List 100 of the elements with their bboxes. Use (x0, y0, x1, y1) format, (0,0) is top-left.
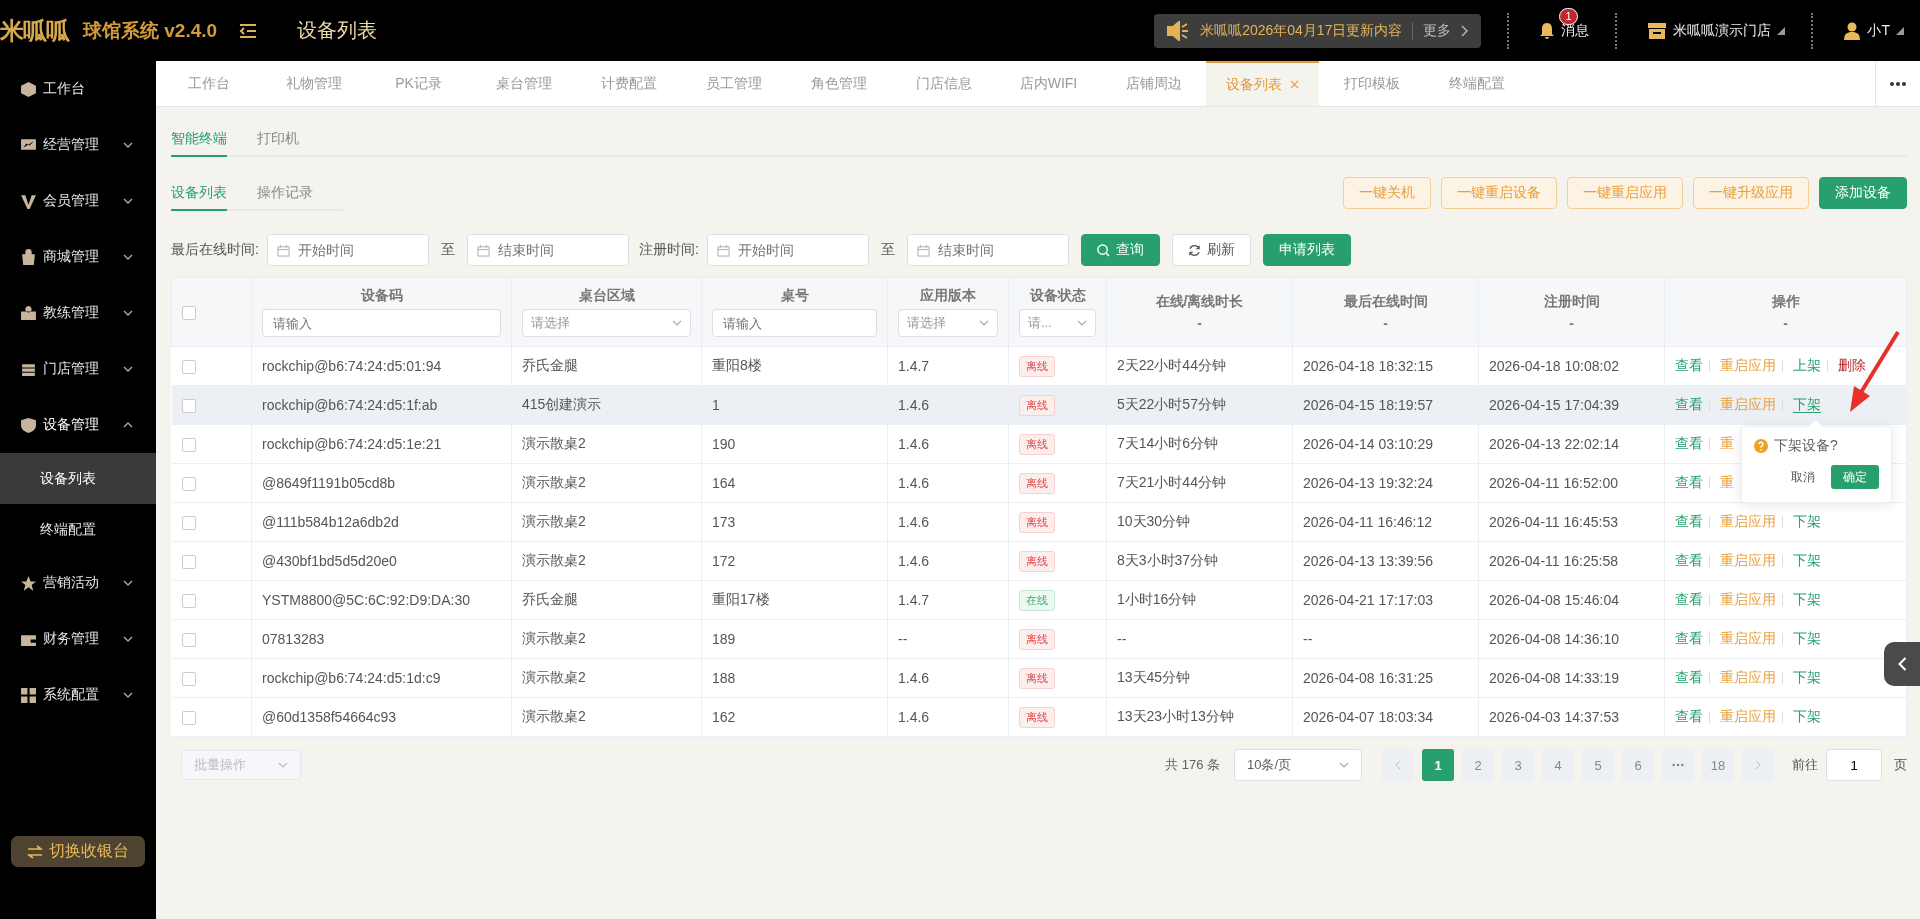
page-size-select[interactable]: 10条/页 (1234, 749, 1362, 781)
column-filter-select[interactable]: 请... (1019, 309, 1096, 337)
sidebar-item[interactable]: 商城管理 (0, 229, 156, 285)
page-tab[interactable]: 计费配置 (576, 61, 681, 106)
row-checkbox[interactable] (181, 438, 196, 453)
action-link[interactable]: 查看 (1675, 630, 1703, 646)
page-tab[interactable]: 终端配置 (1424, 61, 1529, 106)
page-tab[interactable]: 工作台 (156, 61, 261, 106)
row-checkbox[interactable] (181, 360, 196, 375)
row-checkbox[interactable] (181, 672, 196, 687)
page-tab[interactable]: 店内WIFI (996, 61, 1101, 106)
end-date-field[interactable]: 结束时间 (466, 234, 629, 266)
action-link[interactable]: 重启应用 (1719, 708, 1776, 724)
action-link[interactable]: 重启应用 (1719, 669, 1776, 685)
column-filter-input[interactable]: 请输入 (712, 309, 877, 337)
column-filter-input[interactable]: 请输入 (262, 309, 501, 337)
sub-tab[interactable]: 智能终端 (171, 121, 227, 157)
refresh-button[interactable]: 刷新 (1171, 234, 1251, 266)
start-date-field[interactable]: 开始时间 (266, 234, 429, 266)
sidebar-item[interactable]: 门店管理 (0, 341, 156, 397)
column-filter-select[interactable]: 请选择 (898, 309, 998, 337)
confirm-button[interactable]: 确定 (1831, 465, 1879, 489)
sidebar-item[interactable]: 财务管理 (0, 611, 156, 667)
action-link[interactable]: 下架 (1792, 591, 1821, 607)
collapse-tab[interactable] (1884, 642, 1920, 686)
action-link[interactable]: 下架 (1792, 396, 1821, 413)
page-tab[interactable]: 桌台管理 (471, 61, 576, 106)
action-link[interactable]: 下架 (1792, 552, 1821, 568)
page-tab[interactable]: 门店信息 (891, 61, 996, 106)
action-link[interactable]: 下架 (1792, 513, 1821, 529)
page-button[interactable]: 3 (1502, 749, 1534, 781)
column-filter-select[interactable]: 请选择 (522, 309, 691, 337)
action-button[interactable]: 一键升级应用 (1693, 177, 1809, 209)
page-tab[interactable]: 店铺周边 (1101, 61, 1206, 106)
page-button[interactable]: 4 (1542, 749, 1574, 781)
end-date-field[interactable]: 结束时间 (906, 234, 1069, 266)
store-name[interactable]: 米呱呱演示门店 (1673, 21, 1772, 40)
sidebar-item[interactable]: 设备管理 (0, 397, 156, 453)
sidebar-item[interactable]: 经营管理 (0, 117, 156, 173)
page-button[interactable]: 1 (1422, 749, 1454, 781)
action-link[interactable]: 查看 (1675, 396, 1703, 412)
action-button[interactable]: 添加设备 (1819, 177, 1907, 209)
row-checkbox[interactable] (181, 711, 196, 726)
row-checkbox[interactable] (181, 399, 196, 414)
action-link[interactable]: 查看 (1675, 435, 1703, 451)
action-link[interactable]: 下架 (1792, 708, 1821, 724)
page-tab[interactable]: 员工管理 (681, 61, 786, 106)
sidebar-subitem[interactable]: 终端配置 (0, 504, 156, 555)
sidebar-item[interactable]: 工作台 (0, 61, 156, 117)
user-name[interactable]: 小T (1867, 21, 1890, 40)
action-link[interactable]: 查看 (1675, 591, 1703, 607)
row-checkbox[interactable] (181, 516, 196, 531)
action-button[interactable]: 一键重启设备 (1441, 177, 1557, 209)
bell-icon[interactable] (1539, 21, 1556, 40)
cancel-button[interactable]: 取消 (1785, 465, 1821, 489)
row-checkbox[interactable] (181, 594, 196, 609)
row-checkbox[interactable] (181, 477, 196, 492)
more-link[interactable]: 更多 (1423, 21, 1452, 40)
action-link[interactable]: 重启应用 (1719, 396, 1776, 412)
page-button[interactable]: 2 (1462, 749, 1494, 781)
page-tab[interactable]: 打印模板 (1319, 61, 1424, 106)
sub-tab[interactable]: 操作记录 (257, 175, 343, 209)
close-icon[interactable] (1290, 80, 1299, 89)
action-link[interactable]: 查看 (1675, 513, 1703, 529)
next-page-button[interactable] (1742, 749, 1774, 781)
sidebar-item[interactable]: 教练管理 (0, 285, 156, 341)
row-checkbox[interactable] (181, 633, 196, 648)
action-button[interactable]: 一键重启应用 (1567, 177, 1683, 209)
search-button[interactable]: 查询 (1080, 234, 1160, 266)
action-link[interactable]: 重 (1719, 474, 1734, 490)
previous-page-button[interactable] (1382, 749, 1414, 781)
sub-tab[interactable]: 设备列表 (171, 175, 227, 211)
sidebar-item[interactable]: 系统配置 (0, 667, 156, 723)
action-link[interactable]: 重 (1719, 435, 1734, 451)
page-tab[interactable]: 设备列表 (1206, 61, 1319, 106)
action-link[interactable]: 查看 (1675, 708, 1703, 724)
action-link[interactable]: 重启应用 (1719, 513, 1776, 529)
action-link[interactable]: 查看 (1675, 474, 1703, 490)
goto-page-field[interactable]: 1 (1826, 749, 1882, 781)
action-link[interactable]: 上架 (1792, 357, 1821, 373)
action-link[interactable]: 重启应用 (1719, 357, 1776, 373)
action-link[interactable]: 重启应用 (1719, 591, 1776, 607)
sub-tab[interactable]: 打印机 (257, 121, 329, 155)
sidebar-item[interactable]: 营销活动 (0, 555, 156, 611)
action-link[interactable]: 查看 (1675, 552, 1703, 568)
page-tab[interactable]: 角色管理 (786, 61, 891, 106)
sidebar-subitem[interactable]: 设备列表 (0, 453, 156, 504)
start-date-field[interactable]: 开始时间 (706, 234, 869, 266)
action-link[interactable]: 下架 (1792, 669, 1821, 685)
sidebar-item[interactable]: 会员管理 (0, 173, 156, 229)
action-link[interactable]: 查看 (1675, 669, 1703, 685)
action-link[interactable]: 重启应用 (1719, 630, 1776, 646)
action-link[interactable]: 下架 (1792, 630, 1821, 646)
action-button[interactable]: 一键关机 (1343, 177, 1431, 209)
row-checkbox[interactable] (181, 555, 196, 570)
page-tab[interactable]: PK记录 (366, 61, 471, 106)
page-button[interactable]: 18 (1702, 749, 1734, 781)
page-tab[interactable]: 礼物管理 (261, 61, 366, 106)
action-link[interactable]: 查看 (1675, 357, 1703, 373)
page-button[interactable]: 6 (1622, 749, 1654, 781)
